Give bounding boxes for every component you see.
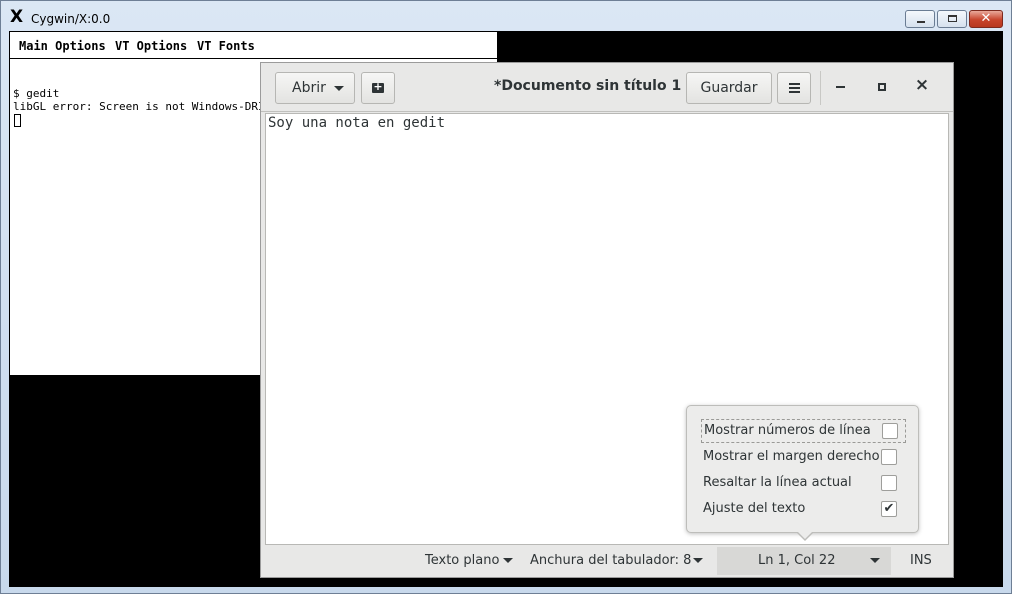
chevron-down-icon <box>503 558 513 563</box>
checkbox[interactable] <box>882 423 898 439</box>
maximize-icon[interactable] <box>878 83 886 91</box>
menu-vt-fonts[interactable]: VT Fonts <box>197 39 255 53</box>
terminal-output: $ gedit libGL error: Screen is not Window… <box>13 87 291 113</box>
menu-vt-options[interactable]: VT Options <box>115 39 187 53</box>
cursor-position: Ln 1, Col 22 <box>758 553 836 568</box>
option-label: Ajuste del texto <box>703 501 806 516</box>
option-label: Mostrar números de línea <box>704 423 871 438</box>
chevron-down-icon <box>693 558 703 563</box>
open-button[interactable]: Abrir <box>275 72 355 104</box>
hamburger-icon-bar <box>789 91 800 93</box>
hamburger-icon-bar <box>789 87 800 89</box>
save-button-label: Guardar <box>700 80 758 96</box>
maximize-icon <box>948 15 957 22</box>
close-icon[interactable]: × <box>912 75 932 95</box>
close-button[interactable]: ✕ <box>969 10 1003 28</box>
window-title: Cygwin/X:0.0 <box>31 12 111 26</box>
checkbox[interactable] <box>881 475 897 491</box>
chevron-down-icon <box>334 86 344 91</box>
tab-width-selector[interactable]: Anchura del tabulador: 8 <box>530 553 691 568</box>
view-options-popover: Mostrar números de línea Mostrar el marg… <box>686 405 919 533</box>
terminal-cursor <box>14 114 21 127</box>
checkbox-checked[interactable]: ✔ <box>881 501 897 517</box>
minimize-icon[interactable] <box>836 86 845 88</box>
close-icon: ✕ <box>980 11 992 26</box>
checkbox[interactable] <box>881 449 897 465</box>
headerbar-separator <box>820 71 821 105</box>
option-label: Mostrar el margen derecho <box>703 449 880 464</box>
hamburger-icon <box>789 83 800 85</box>
save-button[interactable]: Guardar <box>686 72 772 104</box>
minimize-icon <box>917 21 925 23</box>
x-title-bar[interactable]: X Cygwin/X:0.0 ✕ <box>1 1 1011 31</box>
chevron-down-icon <box>870 558 880 563</box>
minimize-button[interactable] <box>905 10 935 28</box>
xterm-menubar: Main Options VT Options VT Fonts <box>10 32 497 59</box>
gedit-headerbar[interactable]: Abrir + *Documento sin título 1 Guardar … <box>261 63 953 112</box>
editor-content: Soy una nota en gedit <box>268 115 446 131</box>
document-title: *Documento sin título 1 <box>494 78 682 94</box>
statusbar: Texto plano Anchura del tabulador: 8 Ln … <box>265 547 949 575</box>
new-document-button[interactable]: + <box>361 72 395 104</box>
option-highlight-line[interactable]: Resaltar la línea actual <box>700 471 905 495</box>
option-line-numbers[interactable]: Mostrar números de línea <box>701 419 906 443</box>
plus-icon: + <box>373 80 383 93</box>
hamburger-menu-button[interactable] <box>777 72 811 104</box>
option-text-wrap[interactable]: Ajuste del texto ✔ <box>700 497 905 521</box>
language-selector[interactable]: Texto plano <box>425 553 499 568</box>
option-right-margin[interactable]: Mostrar el margen derecho <box>700 445 905 469</box>
open-button-label: Abrir <box>292 80 326 96</box>
terminal-line: $ gedit <box>13 87 60 100</box>
maximize-button[interactable] <box>937 10 967 28</box>
popover-arrow-fill <box>797 531 813 539</box>
insert-mode-indicator[interactable]: INS <box>910 553 932 568</box>
terminal-line: libGL error: Screen is not Windows-DRI c… <box>13 100 292 113</box>
option-label: Resaltar la línea actual <box>703 475 852 490</box>
menu-main-options[interactable]: Main Options <box>19 39 106 53</box>
x-logo-icon: X <box>10 7 24 27</box>
